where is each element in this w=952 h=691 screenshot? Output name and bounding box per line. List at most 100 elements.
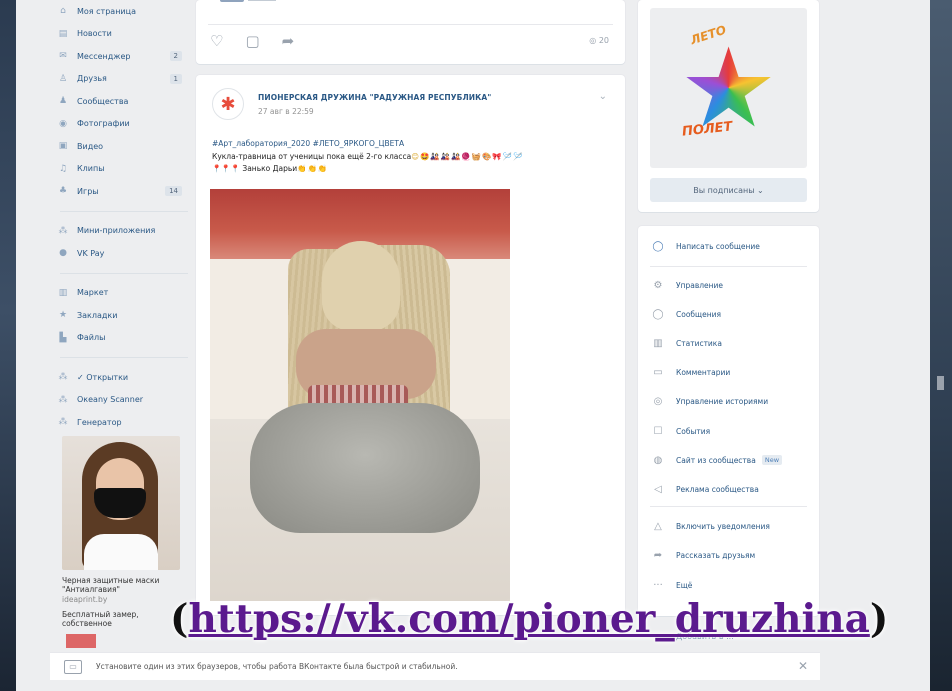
globe-icon: ◍ <box>653 454 663 466</box>
counter-badge: 1 <box>169 73 182 84</box>
divider <box>650 505 807 507</box>
sidebar-item-label: Друзья <box>77 74 107 84</box>
sidebar-item[interactable]: ♙ Друзья 1 <box>56 68 188 91</box>
chevron-down-icon[interactable]: ⌄ <box>599 91 607 102</box>
group-menu-item-label: Сообщения <box>676 309 722 319</box>
caption-open-paren: ( <box>170 596 189 642</box>
group-menu-item-label: Рассказать друзьям <box>676 551 756 561</box>
like-icon[interactable]: ♡ <box>210 32 223 50</box>
views-count: ◎ 20 <box>589 36 609 45</box>
group-menu-item[interactable]: ⚙ Управление <box>650 276 724 294</box>
previous-post-card: ♡ ▢ ➦ ◎ 20 <box>196 0 625 64</box>
divider <box>60 210 188 212</box>
ad-secondary-thumbnail[interactable] <box>66 634 96 648</box>
group-menu-item[interactable]: ➦ Рассказать друзьям <box>650 547 755 565</box>
sidebar-item[interactable]: ★ Закладки <box>56 304 188 327</box>
sidebar-item[interactable]: ♫ Клипы <box>56 158 188 181</box>
news-icon: ▤ <box>58 28 68 39</box>
ad-caption[interactable]: Черная защитные маски "Антиалгавия" idea… <box>62 576 180 604</box>
sidebar-item-label: Игры <box>77 186 99 196</box>
group-menu-item-label: Комментарии <box>676 368 731 378</box>
post-date[interactable]: 27 авг в 22:59 <box>258 107 314 116</box>
sidebar-item[interactable]: ● VK Pay <box>56 242 188 265</box>
bell-icon: △ <box>654 521 662 533</box>
market-icon: ▥ <box>58 287 68 298</box>
sidebar-item[interactable]: ⁂ Генератор <box>56 411 188 434</box>
sidebar-item[interactable]: ♟ Сообщества <box>56 90 188 113</box>
video-icon: ▣ <box>58 141 68 152</box>
post-emoji: 😊🤩🎎🎎🎎🧶🧺🎨🎀🪡🪡 <box>411 152 524 161</box>
sidebar-item-label: Океаny Scanner <box>77 395 144 405</box>
divider <box>208 24 613 25</box>
sidebar-item-label: Клипы <box>77 164 105 174</box>
group-menu-item-label: Сайт из сообщества <box>676 455 756 465</box>
group-avatar[interactable]: ✱ <box>212 88 244 120</box>
group-url-link[interactable]: https://vk.com/pioner_druzhina <box>188 596 869 642</box>
subscribed-button[interactable]: Вы подписаны ⌄ <box>650 178 807 202</box>
share-icon[interactable]: ➦ <box>282 32 295 50</box>
ad-secondary[interactable]: Бесплатный замер, собственное <box>62 610 139 628</box>
sidebar-item[interactable]: ▥ Маркет <box>56 282 188 305</box>
counter-badge: 2 <box>169 51 182 62</box>
group-logo[interactable]: ★ ЛЕТО ПОЛЕТ <box>650 8 807 168</box>
group-menu-item[interactable]: ◎ Управление историями <box>650 393 768 411</box>
sidebar-item[interactable]: ◉ Фотографии <box>56 113 188 136</box>
ad-photo[interactable] <box>62 436 180 570</box>
mini-apps-icon: ⁂ <box>58 225 68 236</box>
comment-icon[interactable]: ▢ <box>245 32 259 50</box>
sidebar-item-label: Сообщества <box>77 96 129 106</box>
bookmarks-icon: ★ <box>58 310 68 321</box>
communities-icon: ♟ <box>58 96 68 107</box>
browser-recommendation-banner: ▭ Установите один из этих браузеров, что… <box>50 652 820 680</box>
post-pins: 📍📍📍 <box>212 163 241 173</box>
sidebar-item[interactable]: ▣ Видео <box>56 135 188 158</box>
group-cover-card: ★ ЛЕТО ПОЛЕТ Вы подписаны ⌄ <box>638 0 819 212</box>
divider <box>60 357 188 358</box>
sidebar-item[interactable]: ⌂ Моя страница <box>56 0 188 23</box>
attachment-stub[interactable] <box>220 0 244 2</box>
post-photo[interactable] <box>210 189 510 601</box>
sidebar-item-label: Моя страница <box>77 6 136 16</box>
post-text-author: Занько Дарьи <box>242 163 298 173</box>
sidebar-item-label: Маркет <box>77 288 109 298</box>
close-icon[interactable]: ✕ <box>798 659 808 673</box>
sidebar-item[interactable]: ♣ Игры 14 <box>56 180 188 203</box>
group-menu-item[interactable]: ▭ Комментарии <box>650 364 730 382</box>
group-menu-item[interactable]: ☐ События <box>650 422 711 440</box>
group-menu-item[interactable]: △ Включить уведомления <box>650 518 770 536</box>
post-author-link[interactable]: ПИОНЕРСКАЯ ДРУЖИНА "РАДУЖНАЯ РЕСПУБЛИКА" <box>258 93 491 102</box>
group-menu-item[interactable]: ◁ Реклама сообщества <box>650 480 759 498</box>
stories-icon: ◎ <box>653 396 663 408</box>
more-icon: ··· <box>653 579 663 591</box>
sidebar-item[interactable]: ▤ Новости <box>56 23 188 46</box>
sidebar-ad[interactable]: Черная защитные маски "Антиалгавия" idea… <box>62 436 180 604</box>
write-message-button[interactable]: ◯ Написать сообщение <box>650 237 760 255</box>
sidebar-item-label: ✓ Открытки <box>77 372 129 382</box>
post-hashtags[interactable]: #Арт_лаборатория_2020 #ЛЕТО_ЯРКОГО_ЦВЕТА <box>212 139 404 148</box>
group-menu-item-label: События <box>676 426 711 436</box>
sidebar-item-label: Новости <box>77 29 112 39</box>
attachment-stub-text <box>248 0 276 1</box>
ad-secondary-line1: Бесплатный замер, <box>62 610 139 619</box>
post-claps: 👏👏👏 <box>297 163 329 173</box>
group-menu-item-label: Управление историями <box>676 397 769 407</box>
stats-icon: ▥ <box>653 337 663 349</box>
group-menu-item[interactable]: ··· Ещё <box>650 576 692 594</box>
vkpay-icon: ● <box>59 248 67 259</box>
sidebar-item[interactable]: ⁂ Океаny Scanner <box>56 389 188 412</box>
left-sidebar: ⌂ Моя страница ▤ Новости ✉ Мессенджер 2 ♙ Друзья… <box>56 0 188 434</box>
sidebar-item[interactable]: ⁂ Мини-приложения <box>56 220 188 243</box>
page-scrollbar-thumb[interactable] <box>937 376 944 390</box>
sidebar-item[interactable]: ⁂ ✓ Открытки <box>56 366 188 389</box>
gear-icon: ⚙ <box>653 279 663 291</box>
post-card: ✱ ПИОНЕРСКАЯ ДРУЖИНА "РАДУЖНАЯ РЕСПУБЛИК… <box>196 75 625 615</box>
group-menu-item[interactable]: ◍ Сайт из сообщества New <box>650 451 783 469</box>
share-icon: ➦ <box>653 550 663 562</box>
sidebar-item[interactable]: ▙ Файлы <box>56 327 188 350</box>
app-icon: ⁂ <box>58 394 68 405</box>
group-menu-item[interactable]: ◯ Сообщения <box>650 305 721 323</box>
write-message-label: Написать сообщение <box>676 241 760 251</box>
group-menu-item[interactable]: ▥ Статистика <box>650 334 722 352</box>
sidebar-item[interactable]: ✉ Мессенджер 2 <box>56 45 188 68</box>
new-badge: New <box>761 455 783 466</box>
